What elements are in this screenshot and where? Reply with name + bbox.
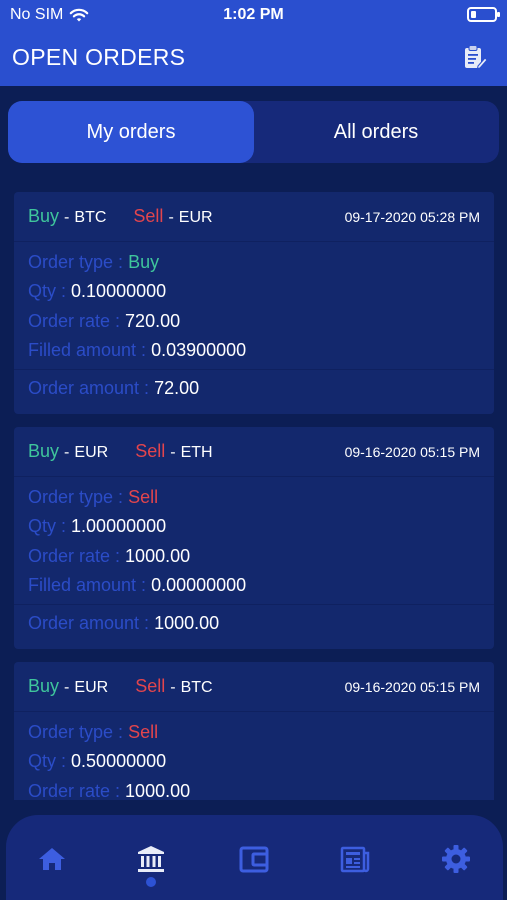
order-rate-value: 720.00 <box>125 311 181 331</box>
order-card[interactable]: Buy - EUR Sell - BTC 09-16-2020 05:15 PM… <box>14 662 494 800</box>
tab-my-orders[interactable]: My orders <box>8 101 254 163</box>
buy-label: Buy <box>28 441 60 461</box>
currency-pair: Buy - EUR Sell - ETH <box>28 441 213 462</box>
order-type-row: Order type : Buy <box>28 252 159 273</box>
order-date: 09-16-2020 05:15 PM <box>344 679 480 695</box>
orders-list[interactable]: Buy - BTC Sell - EUR 09-17-2020 05:28 PM… <box>14 192 494 800</box>
tab-all-orders[interactable]: All orders <box>253 101 499 163</box>
buy-currency: BTC <box>74 209 107 226</box>
order-rate-label: Order rate : <box>28 546 121 566</box>
order-date: 09-17-2020 05:28 PM <box>344 209 480 225</box>
sell-label: Sell <box>135 441 166 461</box>
tab-wallet[interactable] <box>234 839 274 879</box>
order-card-header: Buy - BTC Sell - EUR 09-17-2020 05:28 PM <box>14 192 494 242</box>
order-amount-value: 72.00 <box>154 378 200 398</box>
order-rate-row: Order rate : 1000.00 <box>28 546 190 567</box>
buy-currency: EUR <box>74 444 109 461</box>
dash: - <box>170 444 176 461</box>
dash: - <box>170 679 176 696</box>
bank-icon <box>138 846 164 872</box>
qty-value: 0.10000000 <box>71 281 167 301</box>
qty-label: Qty : <box>28 281 67 301</box>
news-icon <box>340 846 370 873</box>
order-amount-label: Order amount : <box>28 613 150 633</box>
tab-home[interactable] <box>32 839 72 879</box>
currency-pair: Buy - BTC Sell - EUR <box>28 206 213 227</box>
sell-currency: EUR <box>178 209 213 226</box>
clock: 1:02 PM <box>223 6 284 23</box>
sell-label: Sell <box>133 206 164 226</box>
order-type-value: Buy <box>128 252 160 272</box>
order-card-header: Buy - EUR Sell - ETH 09-16-2020 05:15 PM <box>14 427 494 477</box>
qty-value: 0.50000000 <box>71 751 167 771</box>
order-type-row: Order type : Sell <box>28 487 158 508</box>
qty-label: Qty : <box>28 751 67 771</box>
order-amount-row: Order amount : 72.00 <box>28 378 199 399</box>
buy-label: Buy <box>28 676 60 696</box>
order-rate-label: Order rate : <box>28 311 121 331</box>
order-type-label: Order type : <box>28 487 124 507</box>
sell-label: Sell <box>135 676 166 696</box>
divider <box>14 369 494 370</box>
filled-amount-label: Filled amount : <box>28 340 147 360</box>
filled-amount-value: 0.03900000 <box>151 340 247 360</box>
wallet-icon <box>239 846 269 873</box>
order-date: 09-16-2020 05:15 PM <box>344 444 480 460</box>
order-type-label: Order type : <box>28 722 124 742</box>
order-rate-value: 1000.00 <box>125 781 191 800</box>
orders-segmented-control: My orders All orders <box>8 101 499 163</box>
order-card[interactable]: Buy - EUR Sell - ETH 09-16-2020 05:15 PM… <box>14 427 494 649</box>
filled-amount-label: Filled amount : <box>28 575 147 595</box>
dash: - <box>168 209 174 226</box>
order-rate-label: Order rate : <box>28 781 121 800</box>
order-card-header: Buy - EUR Sell - BTC 09-16-2020 05:15 PM <box>14 662 494 712</box>
qty-row: Qty : 1.00000000 <box>28 516 166 537</box>
qty-value: 1.00000000 <box>71 516 167 536</box>
tab-news[interactable] <box>335 839 375 879</box>
buy-label: Buy <box>28 206 60 226</box>
tab-settings[interactable] <box>436 839 476 879</box>
order-type-value: Sell <box>128 722 159 742</box>
tab-bank[interactable] <box>131 839 171 879</box>
divider <box>14 604 494 605</box>
buy-currency: EUR <box>74 679 109 696</box>
active-tab-indicator <box>146 877 156 887</box>
app-header: OPEN ORDERS <box>0 30 507 86</box>
clipboard-edit-icon[interactable] <box>463 44 487 70</box>
order-rate-row: Order rate : 1000.00 <box>28 781 190 800</box>
dash: - <box>64 679 70 696</box>
home-icon <box>39 848 65 870</box>
order-rate-row: Order rate : 720.00 <box>28 311 180 332</box>
order-type-label: Order type : <box>28 252 124 272</box>
order-amount-value: 1000.00 <box>154 613 220 633</box>
bottom-tab-bar <box>6 815 503 900</box>
sell-currency: BTC <box>180 679 213 696</box>
order-type-value: Sell <box>128 487 159 507</box>
filled-amount-row: Filled amount : 0.00000000 <box>28 575 246 596</box>
sell-currency: ETH <box>180 444 213 461</box>
status-bar: No SIM 1:02 PM <box>0 0 507 30</box>
settings-icon <box>442 845 470 873</box>
filled-amount-row: Filled amount : 0.03900000 <box>28 340 246 361</box>
dash: - <box>64 444 70 461</box>
order-type-row: Order type : Sell <box>28 722 158 743</box>
battery-icon <box>467 7 500 22</box>
qty-label: Qty : <box>28 516 67 536</box>
dash: - <box>64 209 70 226</box>
qty-row: Qty : 0.10000000 <box>28 281 166 302</box>
order-amount-label: Order amount : <box>28 378 150 398</box>
order-card[interactable]: Buy - BTC Sell - EUR 09-17-2020 05:28 PM… <box>14 192 494 414</box>
order-rate-value: 1000.00 <box>125 546 191 566</box>
filled-amount-value: 0.00000000 <box>151 575 247 595</box>
page-title: OPEN ORDERS <box>12 44 186 70</box>
currency-pair: Buy - EUR Sell - BTC <box>28 676 213 697</box>
qty-row: Qty : 0.50000000 <box>28 751 166 772</box>
order-amount-row: Order amount : 1000.00 <box>28 613 219 634</box>
